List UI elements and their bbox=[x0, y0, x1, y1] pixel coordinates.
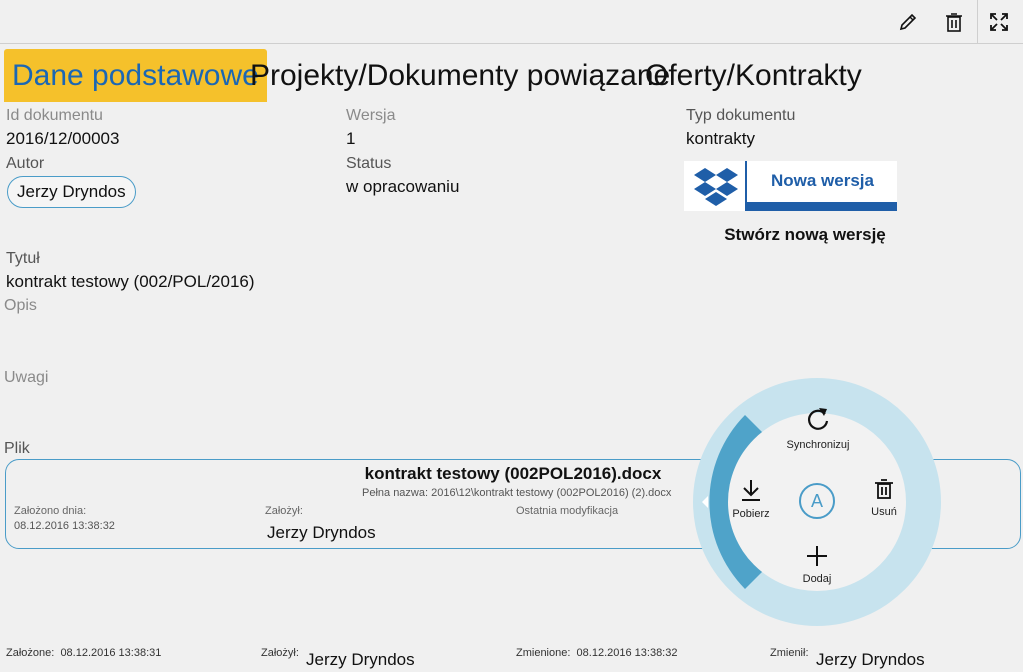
description-label: Opis bbox=[4, 297, 37, 314]
footer-changed-label: Zmienione: bbox=[516, 647, 571, 659]
dropbox-icon bbox=[694, 168, 738, 206]
new-version-underline bbox=[746, 202, 897, 211]
tab-projekty-dokumenty[interactable]: Projekty/Dokumenty powiązane bbox=[250, 49, 670, 102]
plus-icon bbox=[807, 546, 827, 566]
tab-oferty-kontrakty[interactable]: Oferty/Kontrakty bbox=[645, 49, 862, 102]
center-a-button[interactable]: A bbox=[799, 483, 835, 519]
title-value: kontrakt testowy (002/POL/2016) bbox=[6, 272, 255, 291]
file-creator-value: Jerzy Dryndos bbox=[267, 523, 376, 542]
top-toolbar bbox=[0, 0, 1023, 44]
footer-changer-label: Zmienił: bbox=[770, 647, 809, 659]
footer-changed-value: 08.12.2016 13:38:32 bbox=[576, 647, 678, 659]
file-creator-label: Założył: bbox=[265, 505, 303, 517]
file-created-value: 08.12.2016 13:38:32 bbox=[14, 520, 115, 532]
notes-label: Uwagi bbox=[4, 369, 49, 386]
download-button[interactable]: Pobierz bbox=[725, 478, 777, 520]
footer-changed: Zmienione: 08.12.2016 13:38:32 bbox=[516, 647, 677, 659]
file-modified-label: Ostatnia modyfikacja bbox=[516, 505, 619, 517]
footer-creator-label: Założył: bbox=[261, 647, 299, 659]
new-version-button[interactable]: Nowa wersja bbox=[684, 161, 897, 211]
expand-icon bbox=[990, 13, 1008, 31]
file-full-name-label: Pełna nazwa: bbox=[362, 487, 429, 499]
footer-created-value: 08.12.2016 13:38:31 bbox=[60, 647, 162, 659]
add-label: Dodaj bbox=[802, 573, 832, 585]
radial-delete-button[interactable]: Usuń bbox=[864, 478, 904, 518]
footer-created-label: Założone: bbox=[6, 647, 55, 659]
radial-delete-label: Usuń bbox=[871, 506, 897, 518]
add-button[interactable]: Dodaj bbox=[797, 545, 837, 585]
sync-label: Synchronizuj bbox=[786, 439, 850, 451]
footer-created: Założone: 08.12.2016 13:38:31 bbox=[6, 647, 161, 659]
footer-creator-value: Jerzy Dryndos bbox=[306, 650, 415, 669]
status-value: w opracowaniu bbox=[346, 177, 460, 196]
author-label: Autor bbox=[6, 155, 45, 172]
tab-dane-podstawowe[interactable]: Dane podstawowe bbox=[4, 49, 267, 102]
file-created-label: Założono dnia: bbox=[14, 505, 87, 517]
file-label: Plik bbox=[4, 440, 30, 457]
title-label: Tytuł bbox=[6, 250, 40, 267]
pencil-icon bbox=[899, 13, 917, 31]
id-value: 2016/12/00003 bbox=[6, 129, 120, 148]
download-label: Pobierz bbox=[732, 508, 770, 520]
version-value: 1 bbox=[346, 129, 356, 148]
refresh-icon bbox=[807, 408, 829, 430]
trash-icon bbox=[875, 479, 893, 499]
version-label: Wersja bbox=[346, 107, 396, 124]
trash-icon bbox=[946, 13, 962, 32]
id-label: Id dokumentu bbox=[6, 107, 103, 124]
delete-button[interactable] bbox=[939, 8, 969, 36]
footer-changer-value: Jerzy Dryndos bbox=[816, 650, 925, 669]
file-full-name: Pełna nazwa: 2016\12\kontrakt testowy (0… bbox=[362, 487, 671, 499]
download-icon bbox=[742, 480, 760, 501]
edit-button[interactable] bbox=[893, 8, 923, 36]
sync-button[interactable]: Synchronizuj bbox=[782, 405, 854, 451]
new-version-label: Nowa wersja bbox=[771, 171, 874, 190]
fullscreen-button[interactable] bbox=[984, 8, 1014, 36]
file-full-name-value: 2016\12\kontrakt testowy (002POL2016) (2… bbox=[431, 487, 672, 499]
author-chip[interactable]: Jerzy Dryndos bbox=[7, 176, 136, 208]
status-label: Status bbox=[346, 155, 392, 172]
toolbar-divider bbox=[977, 0, 978, 44]
new-version-caption: Stwórz nową wersję bbox=[724, 225, 886, 244]
type-value: kontrakty bbox=[686, 129, 755, 148]
type-label: Typ dokumentu bbox=[686, 107, 796, 124]
